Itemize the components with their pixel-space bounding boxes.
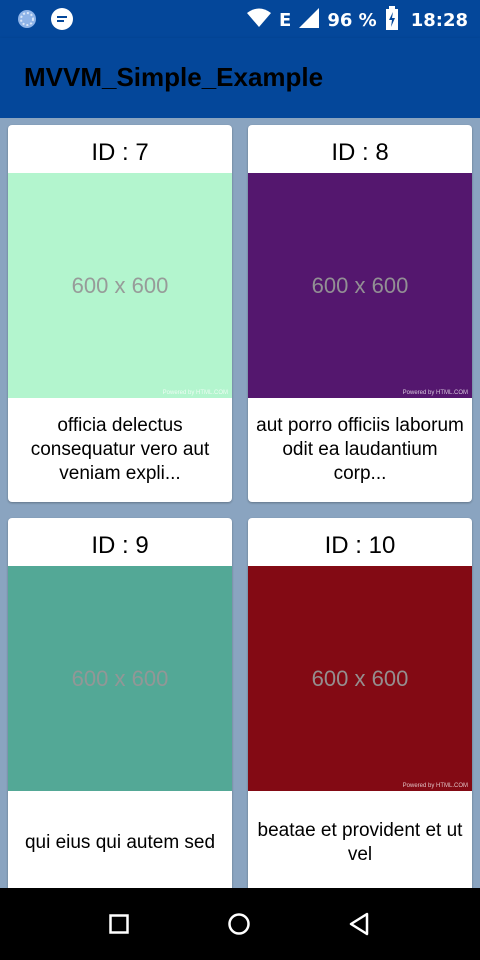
card-id: ID : 9 xyxy=(91,532,149,559)
image-placeholder-label: 600 x 600 xyxy=(71,665,169,691)
navigation-bar xyxy=(0,888,480,960)
app-title: MVVM_Simple_Example xyxy=(24,62,324,92)
card-image: 600 x 600 Powered by HTML.COM xyxy=(248,173,472,398)
battery-percent: 96 % xyxy=(327,9,377,31)
triangle-back-icon xyxy=(349,912,369,936)
card-id: ID : 8 xyxy=(331,139,389,166)
card-title: aut porro officiis laborum odit ea lauda… xyxy=(256,415,464,484)
network-type: E xyxy=(279,9,292,31)
card-9[interactable]: ID : 9 600 x 600 qui eius qui autem sed xyxy=(8,518,232,888)
recents-button[interactable] xyxy=(101,908,137,940)
card-8[interactable]: ID : 8 600 x 600 Powered by HTML.COM aut… xyxy=(248,125,472,502)
card-7[interactable]: ID : 7 600 x 600 Powered by HTML.COM off… xyxy=(8,125,232,502)
app-bar: MVVM_Simple_Example xyxy=(0,38,480,118)
image-placeholder-label: 600 x 600 xyxy=(311,665,409,691)
sync-icon xyxy=(16,8,38,34)
card-image: 600 x 600 Powered by HTML.COM xyxy=(248,566,472,791)
battery-charging-icon xyxy=(385,6,399,34)
card-title: qui eius qui autem sed xyxy=(24,832,216,853)
square-icon xyxy=(109,914,129,934)
card-grid[interactable]: ID : 7 600 x 600 Powered by HTML.COM off… xyxy=(0,118,480,888)
powered-by-label: Powered by HTML.COM xyxy=(402,783,468,789)
signal-icon xyxy=(299,8,320,32)
card-id: ID : 7 xyxy=(91,139,149,166)
card-image: 600 x 600 xyxy=(8,566,232,791)
image-placeholder-label: 600 x 600 xyxy=(311,272,409,298)
powered-by-label: Powered by HTML.COM xyxy=(162,390,228,396)
card-image: 600 x 600 Powered by HTML.COM xyxy=(8,173,232,398)
powered-by-label: Powered by HTML.COM xyxy=(402,390,468,396)
circle-icon xyxy=(228,913,250,935)
status-left xyxy=(16,7,74,35)
card-id: ID : 10 xyxy=(324,532,396,559)
card-title: officia delectus consequatur vero aut ve… xyxy=(30,415,210,484)
status-right: E 96 % 18:28 xyxy=(247,6,468,34)
wifi-icon xyxy=(247,8,272,32)
message-icon xyxy=(50,7,74,35)
home-button[interactable] xyxy=(221,908,257,940)
status-bar: E 96 % 18:28 xyxy=(0,0,480,38)
card-10[interactable]: ID : 10 600 x 600 Powered by HTML.COM be… xyxy=(248,518,472,888)
clock: 18:28 xyxy=(410,9,468,31)
back-button[interactable] xyxy=(341,908,377,940)
image-placeholder-label: 600 x 600 xyxy=(71,272,169,298)
card-title: beatae et provident et ut vel xyxy=(257,820,463,865)
